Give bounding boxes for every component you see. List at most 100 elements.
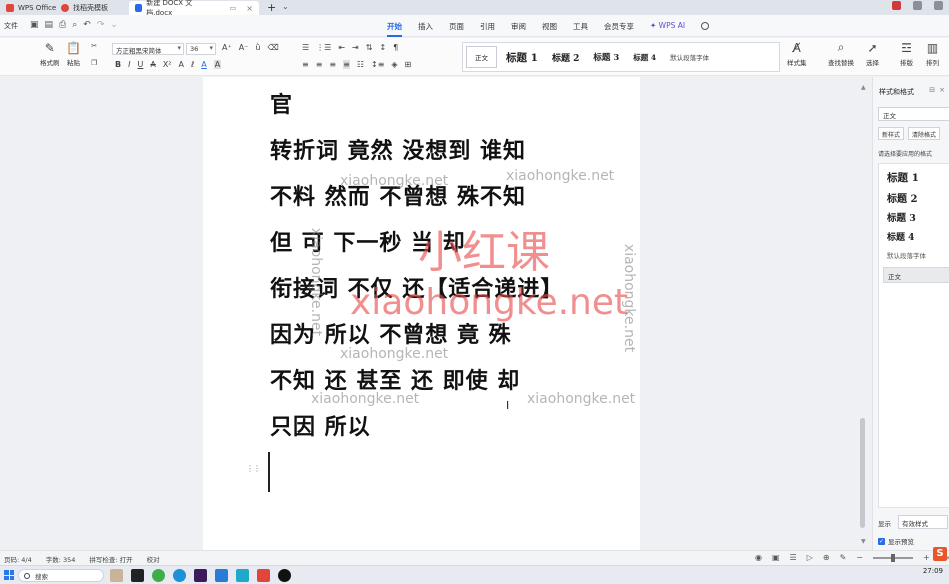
shrink-font-icon[interactable]: A⁻ <box>239 43 249 52</box>
tab-wps-office[interactable]: WPS Office <box>0 1 62 15</box>
indent-icon[interactable]: ⇥ <box>352 43 359 52</box>
style-set-button[interactable]: A̸ 样式集 <box>787 41 807 68</box>
select-button[interactable]: ➚ 选择 <box>866 41 879 68</box>
grow-font-icon[interactable]: A⁺ <box>222 43 232 52</box>
show-filter-select[interactable]: 有效样式 <box>898 515 948 529</box>
zoom-slider[interactable] <box>872 553 913 562</box>
doc-line[interactable]: 但 可 下一秒 当 却 <box>270 225 466 257</box>
pin-icon[interactable]: ⊟ <box>929 86 935 94</box>
style-normal[interactable]: 正文 <box>466 46 497 68</box>
menu-references[interactable]: 引用 <box>480 21 495 37</box>
doc-line[interactable]: 因为 所以 不曾想 竟 殊 <box>270 317 512 349</box>
photo-app-icon[interactable] <box>110 569 123 582</box>
cut-icon[interactable]: ✂ <box>91 42 97 50</box>
sort-icon[interactable]: ↕ <box>379 43 386 52</box>
play-icon[interactable]: ▷ <box>807 553 813 562</box>
word-count[interactable]: 字数: 354 <box>46 554 76 564</box>
style-list-heading-2[interactable]: 标题 2 <box>887 190 917 205</box>
format-painter-button[interactable]: ✎ 格式刷 <box>40 41 60 68</box>
qq-app-icon[interactable] <box>278 569 291 582</box>
strikethrough-icon[interactable]: A <box>150 60 155 69</box>
doc-line[interactable]: 只因 所以 <box>270 409 371 441</box>
phonetic-icon[interactable]: ǜ <box>255 43 260 52</box>
style-list-default-font[interactable]: 默认段落字体 <box>887 250 926 260</box>
file-app-icon[interactable] <box>236 569 249 582</box>
close-tab-icon[interactable]: × <box>246 4 253 13</box>
numbering-icon[interactable]: ⋮☰ <box>316 43 331 52</box>
highlight-icon[interactable]: ℓ <box>191 60 194 69</box>
terminal-app-icon[interactable] <box>131 569 144 582</box>
print-icon[interactable]: ⎙ <box>59 20 66 30</box>
browser-app-icon[interactable] <box>152 569 165 582</box>
redo-icon[interactable]: ↷ <box>97 20 105 30</box>
vertical-scrollbar[interactable] <box>860 418 865 528</box>
new-style-button[interactable]: 新样式 <box>878 127 905 140</box>
menu-view[interactable]: 视图 <box>542 21 557 37</box>
font-size-select[interactable]: 36 <box>186 43 216 55</box>
text-effect-icon[interactable]: A <box>179 60 184 69</box>
style-heading-3[interactable]: 标题 3 <box>593 51 619 63</box>
eye-protect-icon[interactable]: ◉ <box>755 553 762 562</box>
export-icon[interactable]: ▤ <box>45 20 54 30</box>
page-indicator[interactable]: 页码: 4/4 <box>4 554 32 564</box>
proofread-button[interactable]: 校对 <box>147 554 160 564</box>
copy-icon[interactable]: ❐ <box>91 59 97 67</box>
style-list-heading-4[interactable]: 标题 4 <box>887 230 914 243</box>
outdent-icon[interactable]: ⇤ <box>338 43 345 52</box>
zoom-in-icon[interactable]: + <box>923 553 930 562</box>
style-heading-4[interactable]: 标题 4 <box>633 52 656 63</box>
style-list-heading-1[interactable]: 标题 1 <box>887 170 919 185</box>
write-mode-icon[interactable]: ✎ <box>840 553 847 562</box>
menu-review[interactable]: 审阅 <box>511 21 526 37</box>
align-right-icon[interactable]: ≡ <box>329 60 336 69</box>
show-marks-icon[interactable]: ¶ <box>393 43 398 52</box>
print-preview-icon[interactable]: ⌕ <box>72 20 77 30</box>
scroll-down-icon[interactable]: ▼ <box>861 538 866 545</box>
underline-icon[interactable]: U <box>137 60 143 69</box>
web-view-icon[interactable]: ⊕ <box>823 553 830 562</box>
account-icon[interactable] <box>892 1 901 10</box>
doc-line[interactable]: 不知 还 甚至 还 即使 却 <box>270 363 520 395</box>
minimize-icon[interactable] <box>913 1 922 10</box>
taskbar-search[interactable]: 搜索 <box>18 569 104 582</box>
layout-button[interactable]: ☲ 排版 <box>900 41 913 68</box>
zoom-out-icon[interactable]: − <box>856 553 863 562</box>
arrange-button[interactable]: ▥ 排列 <box>926 41 939 68</box>
text-direction-icon[interactable]: ⇅ <box>366 43 373 52</box>
checkbox-checked-icon[interactable]: ✓ <box>878 537 885 545</box>
line-spacing-icon[interactable]: ↕≡ <box>371 60 384 69</box>
chevron-down-icon[interactable]: ⌄ <box>282 2 289 11</box>
style-list-normal-selected[interactable]: 正文 <box>883 267 949 283</box>
style-list-heading-3[interactable]: 标题 3 <box>887 210 916 224</box>
doc-line[interactable]: 官 <box>270 87 293 119</box>
menu-page[interactable]: 页面 <box>449 21 464 37</box>
menu-member[interactable]: 会员专享 <box>604 21 634 37</box>
doc-line[interactable]: 不料 然而 不曾想 殊不知 <box>270 179 526 211</box>
current-style-field[interactable]: 正文 <box>878 107 949 121</box>
superscript-icon[interactable]: X² <box>163 60 172 69</box>
bold-icon[interactable]: B <box>115 60 121 69</box>
find-replace-button[interactable]: ⌕ 查找替换 <box>828 40 854 67</box>
search-icon[interactable] <box>701 22 710 30</box>
show-preview-toggle[interactable]: ✓ 显示预览 <box>878 536 914 546</box>
style-heading-1[interactable]: 标题 1 <box>506 50 538 65</box>
premiere-app-icon[interactable] <box>194 569 207 582</box>
doc-line[interactable]: 衔接词 不仅 还【适合递进】 <box>270 271 563 303</box>
close-panel-icon[interactable]: × <box>939 86 945 94</box>
edge-app-icon[interactable] <box>173 569 186 582</box>
menu-wps-ai[interactable]: ✦ WPS AI <box>650 21 685 37</box>
monitor-icon[interactable]: ▭ <box>230 4 237 12</box>
spell-check-status[interactable]: 拼写检查: 打开 <box>89 554 132 564</box>
style-default-font[interactable]: 默认段落字体 <box>670 52 709 62</box>
wps-app-icon[interactable] <box>257 569 270 582</box>
paste-button[interactable]: 📋 粘贴 <box>66 41 81 68</box>
shading-icon[interactable]: ◈ <box>391 60 397 69</box>
drag-handle-icon[interactable]: ⋮⋮ <box>246 464 261 473</box>
tab-template-store[interactable]: 找稻壳模板 <box>55 1 114 15</box>
style-heading-2[interactable]: 标题 2 <box>552 51 579 64</box>
justify-icon[interactable]: ≡ <box>343 60 350 69</box>
maximize-icon[interactable] <box>934 1 943 10</box>
save-icon[interactable]: ▣ <box>30 20 39 30</box>
new-tab-icon[interactable]: + <box>267 1 276 14</box>
borders-icon[interactable]: ⊞ <box>405 60 412 69</box>
